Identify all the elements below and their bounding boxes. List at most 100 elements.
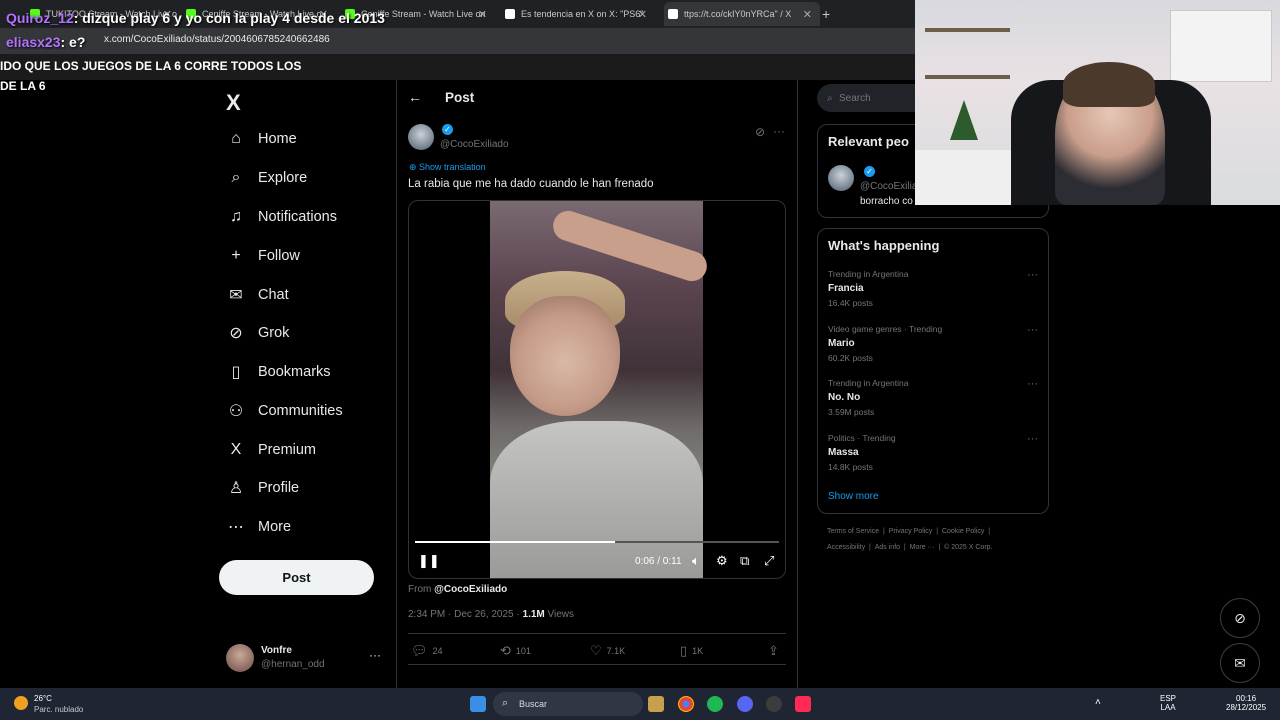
grok-icon: ⊘: [1234, 609, 1246, 626]
trend-item[interactable]: Trending in Argentina No. No 3.59M posts…: [828, 378, 1038, 417]
nav-communities[interactable]: ⚇ Communities: [226, 399, 343, 423]
close-tab-icon[interactable]: ✕: [803, 8, 812, 21]
add-person-icon: +: [231, 247, 241, 264]
url-text[interactable]: x.com/CocoExiliado/status/20046067852406…: [104, 34, 330, 45]
clock[interactable]: 00:16 28/12/2025: [1226, 694, 1266, 712]
trend-item[interactable]: Trending in Argentina Francia 16.4K post…: [828, 269, 1038, 308]
close-tab-icon[interactable]: ✕: [638, 8, 647, 21]
webcam-content: [915, 150, 1015, 205]
footer-link[interactable]: Accessibility: [827, 544, 865, 551]
windows-start-icon[interactable]: [470, 696, 486, 712]
show-translation-link[interactable]: ⊕ Show translation: [409, 162, 486, 173]
search-icon: ⌕: [502, 697, 509, 709]
post-button[interactable]: Post: [219, 560, 374, 595]
nav-home[interactable]: ⌂ Home: [226, 127, 297, 151]
repost-button[interactable]: ⟲ 101: [500, 643, 531, 659]
obs-icon[interactable]: [766, 696, 782, 712]
webcam-content: [925, 28, 1010, 32]
more-icon[interactable]: ···: [773, 124, 785, 138]
nav-premium[interactable]: X Premium: [226, 438, 316, 462]
envelope-icon: ✉: [229, 287, 243, 304]
author-avatar[interactable]: [408, 124, 434, 150]
x-logo-icon[interactable]: X: [226, 90, 241, 116]
source-handle-link[interactable]: @CocoExiliado: [434, 584, 507, 595]
like-button[interactable]: ♡ 7.1K: [590, 643, 625, 659]
fullscreen-icon[interactable]: ⤢: [764, 553, 774, 569]
x-logo-icon: [505, 9, 515, 19]
reply-button[interactable]: 💬︎ 24: [411, 643, 443, 659]
grok-floating-button[interactable]: ⊘: [1220, 598, 1260, 638]
pause-icon[interactable]: ❚❚: [418, 553, 440, 569]
browser-tab[interactable]: Es tendencia en X on X: "PS6" ✕: [505, 2, 655, 26]
video-source: From @CocoExiliado: [408, 584, 508, 595]
more-icon[interactable]: ···: [369, 648, 381, 662]
footer-link[interactable]: More ···: [910, 544, 935, 551]
language-indicator[interactable]: ESP LAA: [1160, 694, 1176, 712]
settings-gear-icon[interactable]: ⚙: [716, 553, 728, 569]
reply-icon: 💬︎: [411, 643, 428, 658]
nav-bookmarks[interactable]: ▯ Bookmarks: [226, 360, 331, 384]
browser-tab-active[interactable]: ttps://t.co/ckIY0nYRCa" / X ✕: [664, 2, 820, 26]
webcam-content: [950, 100, 978, 140]
video-content: [510, 296, 620, 416]
share-button[interactable]: ⇪: [768, 643, 784, 659]
nav-follow[interactable]: + Follow: [226, 244, 300, 268]
account-switcher[interactable]: Vonfre @hernan_odd ···: [226, 644, 386, 674]
spotify-icon[interactable]: [707, 696, 723, 712]
taskbar-search[interactable]: ⌕ Buscar: [493, 692, 643, 716]
weather-icon[interactable]: [14, 696, 28, 710]
views-count: 1.1M: [522, 609, 545, 620]
messages-floating-button[interactable]: ✉: [1220, 643, 1260, 683]
trend-item[interactable]: Video game genres · Trending Mario 60.2K…: [828, 324, 1038, 363]
video-player[interactable]: ❚❚ 0:06 / 0:11 🔈︎ ⚙ ⧉ ⤢: [408, 200, 786, 579]
communities-icon: ⚇: [228, 403, 244, 420]
grok-icon: ⊘: [229, 325, 243, 342]
file-explorer-icon[interactable]: [648, 696, 664, 712]
footer-link[interactable]: Cookie Policy: [942, 528, 984, 535]
translate-icon: ⊕: [409, 162, 420, 172]
whats-happening-card: What's happening Trending in Argentina F…: [817, 228, 1049, 514]
page-title: Post: [445, 90, 475, 105]
avatar[interactable]: [828, 165, 854, 191]
footer-link[interactable]: Terms of Service: [827, 528, 879, 535]
verified-badge-icon: ✓: [864, 166, 875, 177]
post-timestamp[interactable]: 2:34 PM · Dec 26, 2025 ·: [408, 609, 520, 620]
avatar: [226, 644, 254, 672]
chrome-icon[interactable]: [678, 696, 694, 712]
discord-icon[interactable]: [737, 696, 753, 712]
video-progress-bar[interactable]: [415, 541, 779, 543]
nav-notifications[interactable]: ♫ Notifications: [226, 205, 337, 229]
grok-icon[interactable]: ⊘: [755, 125, 765, 139]
new-tab-button[interactable]: +: [822, 2, 836, 26]
search-icon: ⌕: [827, 93, 833, 104]
volume-icon[interactable]: 🔈︎: [692, 553, 700, 569]
more-icon[interactable]: ···: [1027, 433, 1038, 445]
webcam-content: [925, 75, 1010, 79]
post-text: La rabia que me ha dado cuando le han fr…: [408, 178, 654, 190]
footer-link[interactable]: Privacy Policy: [889, 528, 933, 535]
nav-chat[interactable]: ✉ Chat: [226, 283, 288, 307]
tray-chevron-icon[interactable]: ˄: [1095, 697, 1101, 708]
footer-link[interactable]: Ads info: [875, 544, 900, 551]
nav-explore[interactable]: ⌕ Explore: [226, 166, 308, 190]
video-frame[interactable]: [490, 201, 711, 578]
nav-more[interactable]: ⋯ More: [226, 515, 291, 539]
trend-item[interactable]: Politics · Trending Massa 14.8K posts ··…: [828, 433, 1038, 472]
close-tab-icon[interactable]: ✕: [478, 8, 487, 21]
more-icon[interactable]: ···: [1027, 378, 1038, 390]
show-more-link[interactable]: Show more: [828, 491, 879, 502]
author-handle[interactable]: @CocoExiliado: [440, 139, 509, 150]
nav-profile[interactable]: ♙ Profile: [226, 476, 299, 500]
more-icon[interactable]: ···: [1027, 324, 1038, 336]
bookmark-button[interactable]: ▯ 1K: [680, 643, 703, 659]
profile-icon: ♙: [228, 480, 244, 497]
repost-icon: ⟲: [500, 643, 511, 658]
bell-icon: ♫: [230, 208, 242, 225]
nav-grok[interactable]: ⊘ Grok: [226, 321, 289, 345]
more-icon[interactable]: ···: [1027, 269, 1038, 281]
tiktok-icon[interactable]: [795, 696, 811, 712]
back-arrow-icon[interactable]: ←: [408, 89, 422, 105]
x-logo-icon: [668, 9, 678, 19]
bookmark-icon: ▯: [680, 643, 688, 658]
dock-icon[interactable]: ⧉: [740, 553, 749, 569]
